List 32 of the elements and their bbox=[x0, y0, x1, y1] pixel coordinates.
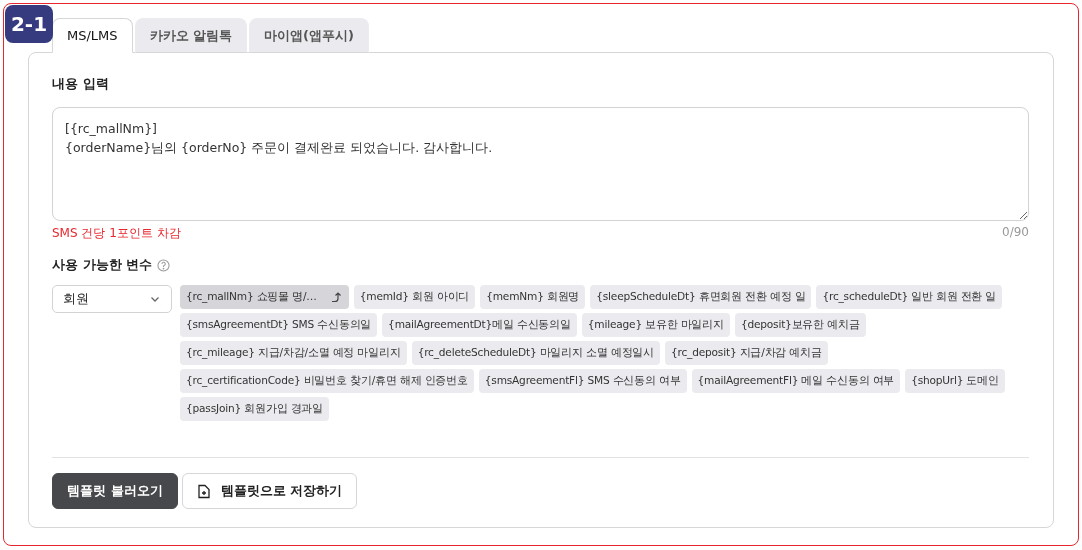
variable-chip[interactable]: {rc_deleteScheduleDt} 마일리지 소멸 예정일시 bbox=[411, 341, 661, 365]
variable-chip[interactable]: {sleepScheduleDt} 휴면회원 전환 예정 일 bbox=[590, 285, 812, 309]
point-note: SMS 건당 1포인트 차감 bbox=[52, 225, 181, 242]
variable-chip[interactable]: {rc_mallNm} 쇼핑몰 명/… bbox=[180, 285, 349, 309]
variable-chip[interactable]: {rc_scheduleDt} 일반 회원 전환 일 bbox=[816, 285, 1003, 309]
save-template-button[interactable]: 템플릿으로 저장하기 bbox=[181, 473, 358, 509]
variable-chip[interactable]: {passJoin} 회원가입 경과일 bbox=[180, 397, 329, 421]
char-counter: 0/90 bbox=[1002, 225, 1029, 241]
variable-chip[interactable]: {mailAgreementDt}메일 수신동의일 bbox=[382, 313, 577, 337]
variable-chip[interactable]: {rc_deposit} 지급/차감 예치금 bbox=[665, 341, 828, 365]
variable-chip[interactable]: {mileage} 보유한 마일리지 bbox=[581, 313, 730, 337]
variable-chip[interactable]: {memNm} 회원명 bbox=[480, 285, 586, 309]
insert-arrow-icon bbox=[330, 291, 343, 303]
tab[interactable]: 마이앱(앱푸시) bbox=[249, 18, 369, 53]
message-field[interactable]: [{rc_mallNm}] {orderName}님의 {orderNo} 주문이 결제완료 되었습니다. 감사합니다. bbox=[52, 107, 1029, 221]
category-select[interactable]: 회원 bbox=[52, 285, 172, 313]
variable-chip[interactable]: {shopUrl} 도메인 bbox=[905, 369, 1005, 393]
variable-chip[interactable]: {smsAgreementFl} SMS 수신동의 여부 bbox=[478, 369, 687, 393]
help-icon[interactable] bbox=[157, 258, 171, 272]
file-plus-icon bbox=[196, 483, 211, 499]
variable-chip[interactable]: {smsAgreementDt} SMS 수신동의일 bbox=[180, 313, 378, 337]
section-label: 사용 가능한 변수 bbox=[52, 256, 153, 274]
variable-chip[interactable]: {rc_mileage} 지급/차감/소멸 예정 마일리지 bbox=[180, 341, 407, 365]
load-template-button[interactable]: 템플릿 불러오기 bbox=[52, 473, 178, 509]
tab[interactable]: MS/LMS bbox=[52, 18, 133, 53]
variable-chip[interactable]: {memId} 회원 아이디 bbox=[353, 285, 476, 309]
tab[interactable]: 카카오 알림톡 bbox=[134, 18, 248, 53]
variable-chip[interactable]: {mailAgreementFl} 메일 수신동의 여부 bbox=[691, 369, 901, 393]
step-badge: 2-1 bbox=[5, 5, 53, 43]
variable-chip[interactable]: {rc_certificationCode} 비밀번호 찾기/휴면 해제 인증번호 bbox=[180, 369, 474, 393]
section-label: 내용 입력 bbox=[52, 75, 109, 93]
variable-chip[interactable]: {deposit}보유한 예치금 bbox=[734, 313, 866, 337]
